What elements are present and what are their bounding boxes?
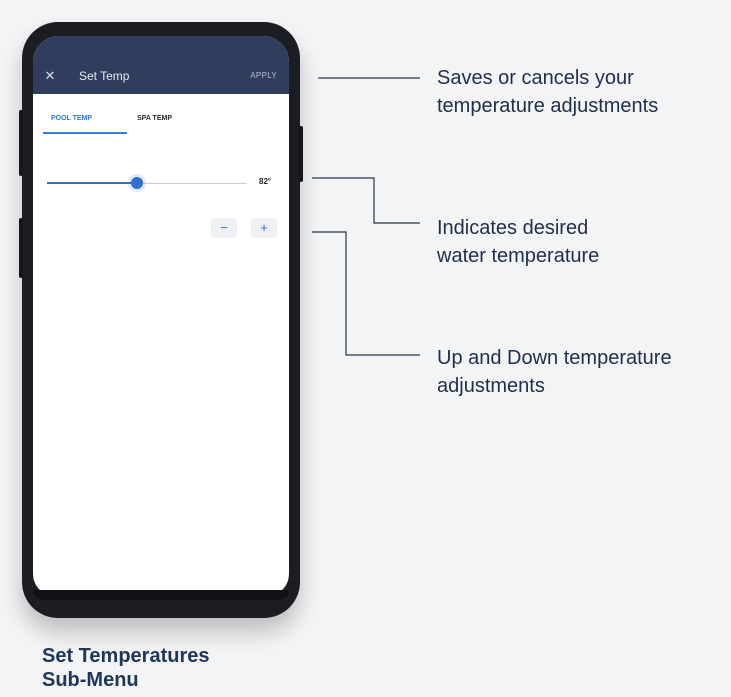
callout-line: Up and Down temperature [437,347,672,369]
callout-apply-description: Saves or cancels your temperature adjust… [437,64,717,120]
callout-line-stepper [312,231,420,356]
caption-line: Sub-Menu [42,669,139,691]
callout-line: water temperature [437,245,600,267]
callout-line: Saves or cancels your [437,67,634,89]
callout-line-temperature [312,177,420,224]
callout-line: Indicates desired [437,217,589,239]
figure-caption: Set Temperatures Sub-Menu [42,644,209,692]
callout-line: adjustments [437,375,545,397]
caption-line: Set Temperatures [42,645,210,667]
callout-stepper-description: Up and Down temperature adjustments [437,344,727,400]
callout-temperature-description: Indicates desired water temperature [437,214,717,270]
callout-line: temperature adjustments [437,95,659,117]
